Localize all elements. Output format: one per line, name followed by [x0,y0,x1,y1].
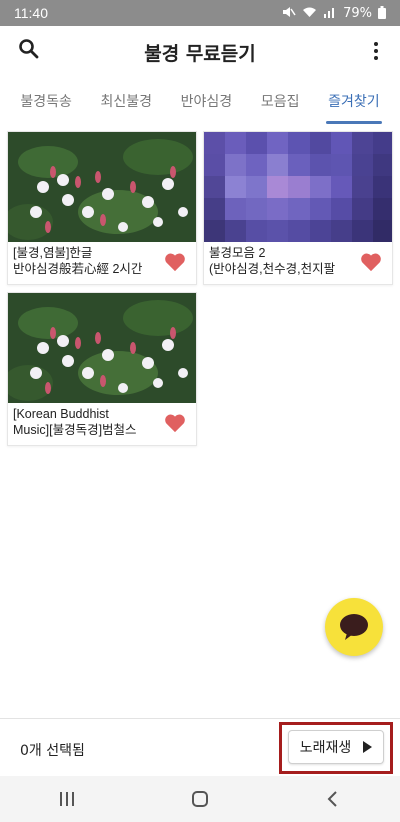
video-title-line: [Korean Buddhist [13,407,109,421]
video-title: 불경모음 2 (반야심경,천수경,천지팔 [209,245,359,277]
pixelated-image [204,132,392,242]
more-vert-dot [374,49,378,53]
play-songs-label: 노래재생 [299,740,352,756]
video-thumbnail[interactable] [8,293,196,403]
status-time: 11:40 [14,5,48,21]
signal-icon [323,6,337,20]
video-thumbnail[interactable] [8,132,196,242]
video-title-line: 반야심경般若心經 2시간 [13,262,143,276]
search-button[interactable] [18,38,44,64]
system-nav-bar [0,776,400,822]
battery-percent: 79% [343,5,372,21]
search-icon [19,39,39,59]
video-card[interactable]: [불경,염불]한글 반야심경般若心經 2시간 [7,131,197,285]
status-icons: 79% [282,5,386,21]
play-icon [363,741,373,753]
battery-icon [378,5,386,21]
video-card[interactable]: [Korean Buddhist Music][불경독경]범철스 [7,292,197,446]
video-title-line: 불경모음 2 [209,246,266,260]
tab-sutra-chanting[interactable]: 불경독송 [18,82,74,126]
video-title: [Korean Buddhist Music][불경독경]범철스 [13,406,163,438]
tab-latest-sutra[interactable]: 최신불경 [98,82,154,126]
video-title-line: [불경,염불]한글 [13,246,93,260]
recent-apps-button[interactable] [47,784,87,814]
heart-icon[interactable] [164,252,186,272]
back-icon [327,791,338,807]
wifi-icon [302,6,317,20]
tab-collection[interactable]: 모음집 [259,82,302,126]
category-tabs: 불경독송 최신불경 반야심경 모음집 즐겨찾기 [0,82,400,126]
selected-count: 0개 선택됨 [20,743,85,759]
tab-favorites[interactable]: 즐겨찾기 [326,82,382,126]
tab-heart-sutra[interactable]: 반야심경 [179,82,235,126]
more-vert-icon [374,42,378,46]
more-vert-dot [374,56,378,60]
video-card[interactable]: 불경모음 2 (반야심경,천수경,천지팔 [203,131,393,285]
chat-button[interactable] [325,598,383,656]
home-icon [191,791,208,807]
recent-apps-icon [59,792,74,806]
app-bar: 불경 무료듣기 [0,26,400,78]
video-title-line: (반야심경,천수경,천지팔 [209,262,336,276]
back-button[interactable] [313,784,353,814]
heart-icon[interactable] [360,252,382,272]
video-thumbnail[interactable] [204,132,392,242]
flower-image [8,132,196,242]
home-button[interactable] [180,784,220,814]
heart-icon[interactable] [164,413,186,433]
page-title: 불경 무료듣기 [144,42,256,65]
play-songs-button[interactable]: 노래재생 [288,730,384,764]
flower-image [8,293,196,403]
video-title-line: Music][불경독경]범철스 [13,423,137,437]
more-options-button[interactable] [366,38,386,64]
chat-bubble-icon [340,614,368,640]
mute-icon [282,6,296,20]
status-bar: 11:40 79% [0,0,400,26]
video-title: [불경,염불]한글 반야심경般若心經 2시간 [13,245,163,277]
